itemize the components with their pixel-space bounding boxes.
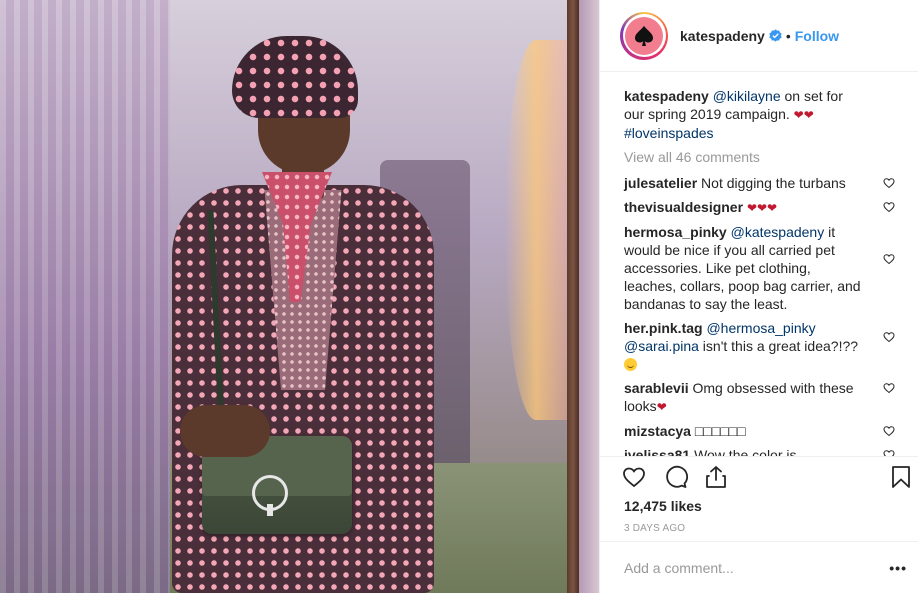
comment-hearts-emoji: ❤❤❤: [746, 201, 778, 215]
comment-username[interactable]: her.pink.tag: [624, 320, 703, 336]
header-separator: •: [785, 27, 791, 44]
comment-username[interactable]: thevisualdesigner: [624, 199, 743, 215]
more-options-button[interactable]: •••: [889, 560, 907, 576]
avatar[interactable]: [620, 11, 668, 60]
comment-like-heart-icon[interactable]: [883, 449, 895, 456]
spade-logo-icon: [635, 25, 653, 46]
caption-mention[interactable]: @kikilayne: [713, 88, 781, 104]
photo-frame-post: [567, 0, 579, 593]
heart-icon[interactable]: [622, 465, 646, 489]
comment-text: □□□□□□: [694, 423, 746, 439]
comment-mention[interactable]: @hermosa_pinky: [706, 320, 815, 336]
comment-username[interactable]: mizstacya: [624, 423, 691, 439]
post-header: katespadeny • Follow: [600, 0, 918, 72]
header-username[interactable]: katespadeny: [680, 28, 765, 44]
caption-hashtag[interactable]: #loveinspades: [624, 125, 714, 141]
post-caption: katespadeny @kikilayne on set for our sp…: [624, 87, 918, 142]
avatar-image: [625, 16, 663, 55]
comment-item: ivelissa81 Wow the color is gorgeous!: [624, 446, 918, 456]
post-timestamp: 3 DAYS AGO: [624, 523, 686, 534]
follow-button[interactable]: Follow: [795, 28, 839, 44]
comment-username[interactable]: ivelissa81: [624, 447, 690, 456]
add-comment-bar: •••: [600, 541, 918, 593]
comment-mention[interactable]: @katespadeny: [731, 224, 825, 240]
comment-like-heart-icon[interactable]: [883, 253, 895, 265]
comment-item: thevisualdesigner ❤❤❤: [624, 198, 918, 217]
handbag-clasp: [252, 475, 288, 516]
comment-icon[interactable]: [664, 465, 688, 489]
comment-text: Not digging the turbans: [701, 175, 846, 191]
comment-item: hermosa_pinky @katespadeny it would be n…: [624, 223, 918, 313]
comment-like-heart-icon[interactable]: [883, 425, 895, 437]
comment-like-heart-icon[interactable]: [883, 201, 895, 213]
photo-edge: [579, 0, 599, 593]
verified-badge-icon: [769, 29, 782, 42]
comment-mention-2[interactable]: @sarai.pina: [624, 338, 699, 354]
photo-light-reflector: [505, 40, 567, 420]
comment-item: julesatelier Not digging the turbans: [624, 174, 918, 192]
post-actions-bar: [600, 456, 918, 496]
model-hands: [180, 405, 270, 457]
comments-list[interactable]: katespadeny @kikilayne on set for our sp…: [600, 73, 918, 456]
caption-username[interactable]: katespadeny: [624, 88, 709, 104]
avatar-inner: [622, 14, 666, 57]
add-comment-input[interactable]: [624, 559, 864, 576]
comment-username[interactable]: sarablevii: [624, 380, 689, 396]
smile-emoji-icon: [624, 358, 637, 371]
comment-text: isn't this a great idea?!??: [698, 338, 859, 354]
likes-count[interactable]: 12,475 likes: [624, 498, 702, 514]
post-photo[interactable]: [0, 0, 599, 593]
comment-username[interactable]: hermosa_pinky: [624, 224, 727, 240]
photo-curtain: [0, 0, 170, 593]
comment-username[interactable]: julesatelier: [624, 175, 697, 191]
comment-item: sarablevii Omg obsessed with these looks…: [624, 379, 918, 416]
share-icon[interactable]: [704, 465, 728, 489]
comment-heart-emoji: ❤: [656, 400, 667, 414]
bookmark-icon[interactable]: [889, 465, 913, 489]
comment-like-heart-icon[interactable]: [883, 177, 895, 189]
comment-item: mizstacya □□□□□□: [624, 422, 918, 440]
comment-item: her.pink.tag @hermosa_pinky @sarai.pina …: [624, 319, 918, 373]
view-all-comments-link[interactable]: View all 46 comments: [624, 148, 918, 166]
post-side-panel: katespadeny • Follow katespadeny @kikila…: [599, 0, 918, 593]
comment-like-heart-icon[interactable]: [883, 331, 895, 343]
comment-like-heart-icon[interactable]: [883, 382, 895, 394]
caption-hearts-emoji: ❤❤: [793, 108, 814, 122]
